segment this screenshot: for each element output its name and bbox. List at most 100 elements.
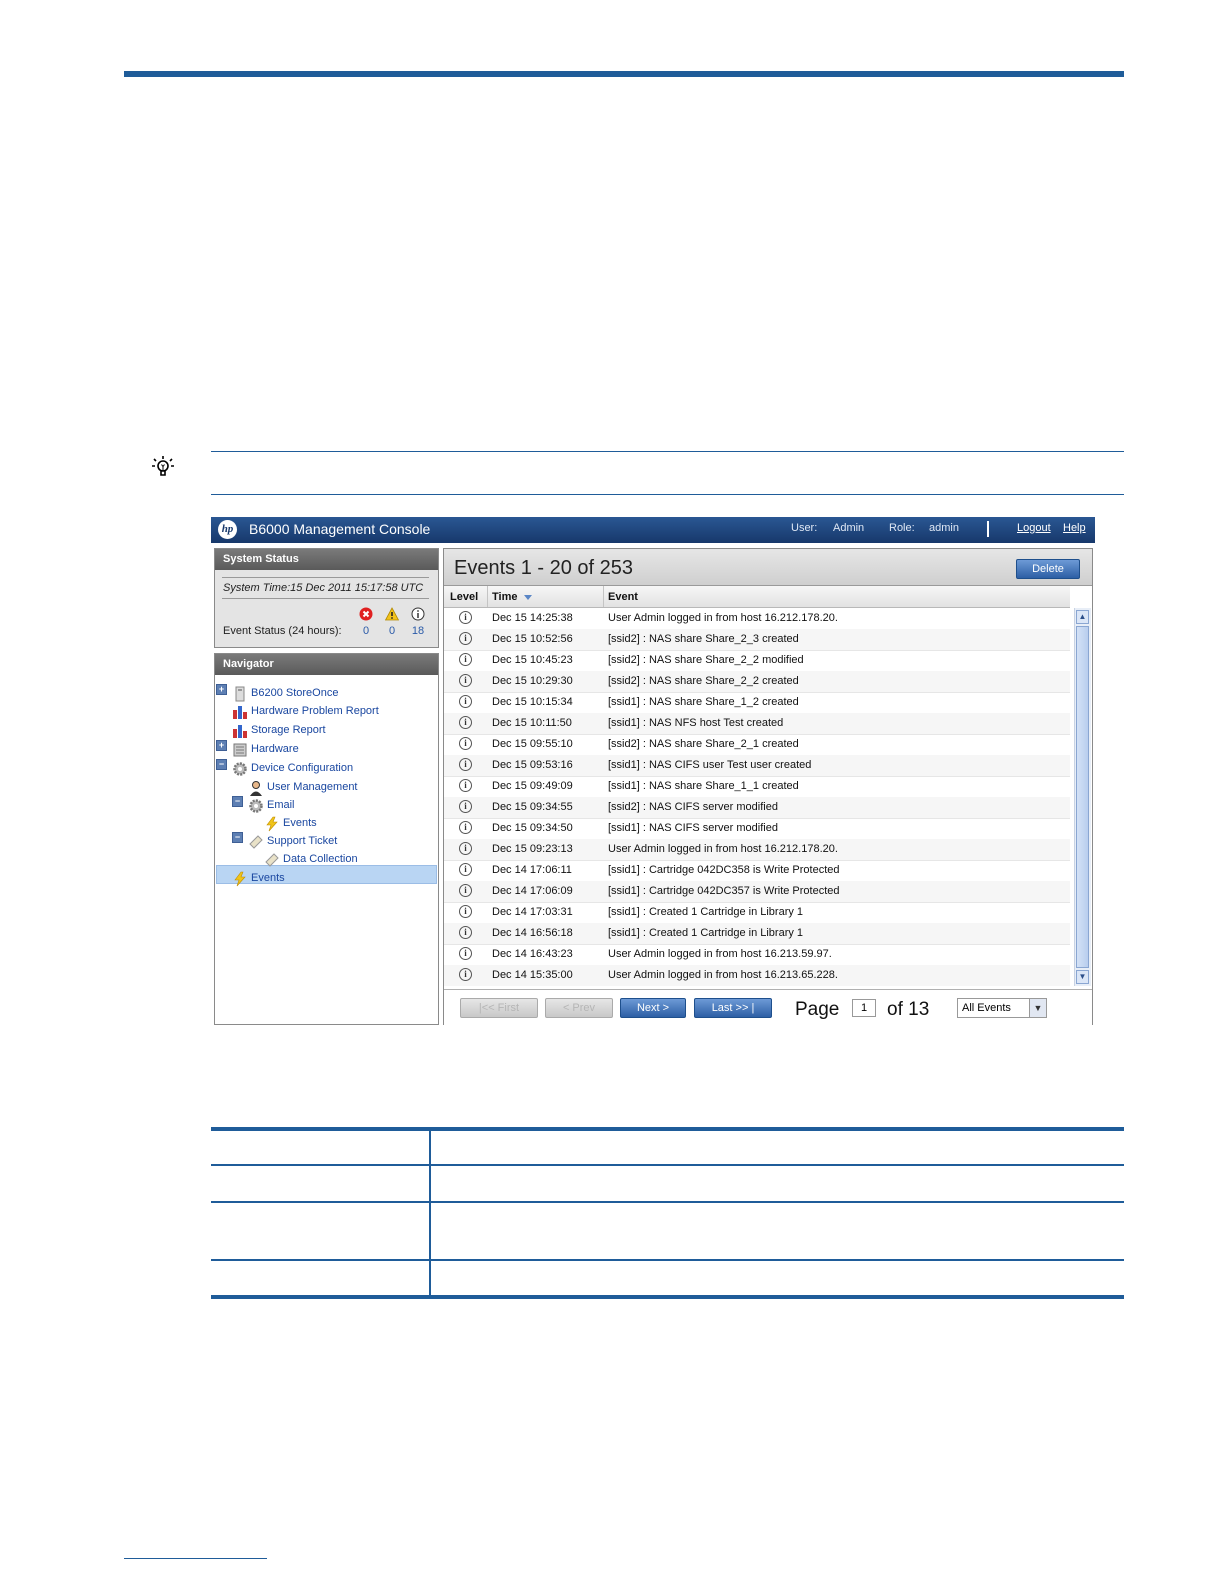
event-description: [ssid1] : NAS share Share_1_1 created	[608, 780, 799, 792]
nav-selected-highlight	[216, 865, 437, 884]
expand-storeonce[interactable]: +	[216, 684, 227, 695]
event-time: Dec 14 17:06:11	[492, 864, 572, 876]
event-description: [ssid2] : NAS share Share_2_2 created	[608, 675, 799, 687]
divider	[222, 598, 429, 599]
nav-item-events[interactable]: Events	[251, 872, 285, 884]
scroll-down-icon[interactable]: ▼	[1076, 970, 1089, 984]
events-title: Events 1 - 20 of 253	[454, 557, 634, 579]
nav-item-email-events[interactable]: Events	[283, 817, 317, 829]
system-status-heading: System Status	[215, 549, 438, 570]
role-label: Role:	[889, 522, 915, 534]
event-time: Dec 15 09:53:16	[492, 759, 573, 771]
table-row[interactable]: i Dec 15 09:23:13 User Admin logged in fro…	[444, 839, 1070, 861]
events-table-body: i Dec 15 14:25:38 User Admin logged in fro…	[444, 608, 1070, 986]
scroll-up-icon[interactable]: ▲	[1076, 610, 1089, 624]
critical-count[interactable]: 0	[356, 625, 376, 637]
nav-item-device-configuration[interactable]: Device Configuration	[251, 762, 353, 774]
pagination-bar: |<< First < Prev Next > Last >> | Page 1…	[444, 989, 1092, 1025]
table-row[interactable]: i Dec 15 10:15:34 [ssid1] : NAS share Shar…	[444, 692, 1070, 714]
event-time: Dec 15 10:15:34	[492, 696, 573, 708]
table-row[interactable]: i Dec 15 10:29:30 [ssid2] : NAS share Shar…	[444, 671, 1070, 693]
hp-logo: hp	[218, 520, 237, 539]
table-row-divider	[211, 1164, 1124, 1166]
scrollbar-thumb[interactable]	[1076, 626, 1089, 968]
collapse-email[interactable]: −	[232, 796, 243, 807]
navigator-heading: Navigator	[215, 654, 438, 675]
column-divider	[487, 586, 488, 607]
event-description: [ssid1] : Cartridge 042DC357 is Write Pr…	[608, 885, 840, 897]
chevron-down-icon[interactable]: ▼	[1029, 999, 1046, 1017]
divider	[222, 577, 429, 578]
event-description: User Admin logged in from host 16.212.17…	[608, 612, 838, 624]
info-icon: i	[459, 863, 472, 876]
info-icon: i	[459, 674, 472, 687]
help-link[interactable]: Help	[1063, 522, 1086, 534]
ticket-icon	[265, 853, 279, 867]
info-icon: i	[459, 695, 472, 708]
event-time: Dec 14 17:03:31	[492, 906, 573, 918]
lightning-icon	[266, 816, 278, 832]
table-row[interactable]: i Dec 15 10:52:56 [ssid2] : NAS share Shar…	[444, 629, 1070, 651]
nav-item-hardware-problem-report[interactable]: Hardware Problem Report	[251, 705, 379, 717]
navigator-panel: Navigator + B6200 StoreOnce Hardware Pro…	[214, 653, 439, 1025]
nav-item-storage-report[interactable]: Storage Report	[251, 724, 326, 736]
first-page-button[interactable]: |<< First	[460, 998, 538, 1018]
event-filter-value: All Events	[962, 1002, 1011, 1014]
table-row[interactable]: i Dec 15 09:49:09 [ssid1] : NAS share Shar…	[444, 776, 1070, 798]
column-header-row: Level Time Event	[444, 586, 1070, 608]
event-time: Dec 15 10:45:23	[492, 654, 573, 666]
lightbulb-icon	[152, 456, 174, 476]
table-row[interactable]: i Dec 15 10:11:50 [ssid1] : NAS NFS host T…	[444, 713, 1070, 735]
user-icon	[250, 781, 262, 796]
table-row[interactable]: i Dec 14 16:56:18 [ssid1] : Created 1 Cart…	[444, 923, 1070, 945]
nav-item-support-ticket[interactable]: Support Ticket	[267, 835, 337, 847]
table-top-border	[211, 1127, 1124, 1131]
prev-page-button[interactable]: < Prev	[545, 998, 613, 1018]
collapse-device-configuration[interactable]: −	[216, 759, 227, 770]
collapse-support-ticket[interactable]: −	[232, 832, 243, 843]
next-page-button[interactable]: Next >	[620, 998, 686, 1018]
table-row[interactable]: i Dec 14 17:06:11 [ssid1] : Cartridge 042D…	[444, 860, 1070, 882]
event-time: Dec 15 10:52:56	[492, 633, 573, 645]
table-row[interactable]: i Dec 15 09:34:55 [ssid2] : NAS CIFS serve…	[444, 797, 1070, 819]
table-row[interactable]: i Dec 15 10:45:23 [ssid2] : NAS share Shar…	[444, 650, 1070, 672]
event-time: Dec 14 15:35:00	[492, 969, 573, 981]
table-row[interactable]: i Dec 15 09:55:10 [ssid2] : NAS share Shar…	[444, 734, 1070, 756]
info-count[interactable]: 18	[408, 625, 428, 637]
table-row[interactable]: i Dec 15 14:25:38 User Admin logged in fro…	[444, 608, 1070, 630]
event-time: Dec 15 09:49:09	[492, 780, 573, 792]
event-description: User Admin logged in from host 16.212.17…	[608, 843, 838, 855]
event-description: [ssid1] : NAS CIFS server modified	[608, 822, 778, 834]
event-description: [ssid2] : NAS share Share_2_3 created	[608, 633, 799, 645]
table-row[interactable]: i Dec 14 17:03:31 [ssid1] : Created 1 Cart…	[444, 902, 1070, 924]
events-panel: Events 1 - 20 of 253 Delete Level Time E…	[443, 548, 1093, 1025]
nav-item-user-management[interactable]: User Management	[267, 781, 358, 793]
table-row[interactable]: i Dec 14 16:43:23 User Admin logged in fro…	[444, 944, 1070, 966]
info-icon: i	[459, 947, 472, 960]
last-page-button[interactable]: Last >> |	[694, 998, 772, 1018]
event-filter-select[interactable]: All Events ▼	[957, 998, 1047, 1018]
server-icon	[235, 686, 245, 702]
nav-item-b6200-storeonce[interactable]: B6200 StoreOnce	[251, 687, 338, 699]
table-row[interactable]: i Dec 14 15:35:00 User Admin logged in fro…	[444, 965, 1070, 986]
table-row[interactable]: i Dec 14 17:06:09 [ssid1] : Cartridge 042D…	[444, 881, 1070, 903]
column-header-event[interactable]: Event	[608, 591, 638, 603]
table-row[interactable]: i Dec 15 09:53:16 [ssid1] : NAS CIFS user …	[444, 755, 1070, 777]
table-row[interactable]: i Dec 15 09:34:50 [ssid1] : NAS CIFS serve…	[444, 818, 1070, 840]
expand-hardware[interactable]: +	[216, 740, 227, 751]
info-icon: i	[459, 800, 472, 813]
nav-item-hardware[interactable]: Hardware	[251, 743, 299, 755]
column-divider	[603, 586, 604, 607]
info-icon: i	[459, 632, 472, 645]
logout-link[interactable]: Logout	[1017, 522, 1051, 534]
column-header-time[interactable]: Time	[492, 591, 517, 603]
page-number-input[interactable]: 1	[852, 999, 876, 1017]
event-time: Dec 15 09:55:10	[492, 738, 573, 750]
warning-count[interactable]: 0	[382, 625, 402, 637]
column-header-level[interactable]: Level	[450, 591, 478, 603]
nav-item-data-collection[interactable]: Data Collection	[283, 853, 358, 865]
delete-button[interactable]: Delete	[1016, 559, 1080, 579]
event-time: Dec 15 10:29:30	[492, 675, 573, 687]
nav-item-email[interactable]: Email	[267, 799, 295, 811]
events-scrollbar[interactable]: ▲ ▼	[1074, 608, 1091, 986]
